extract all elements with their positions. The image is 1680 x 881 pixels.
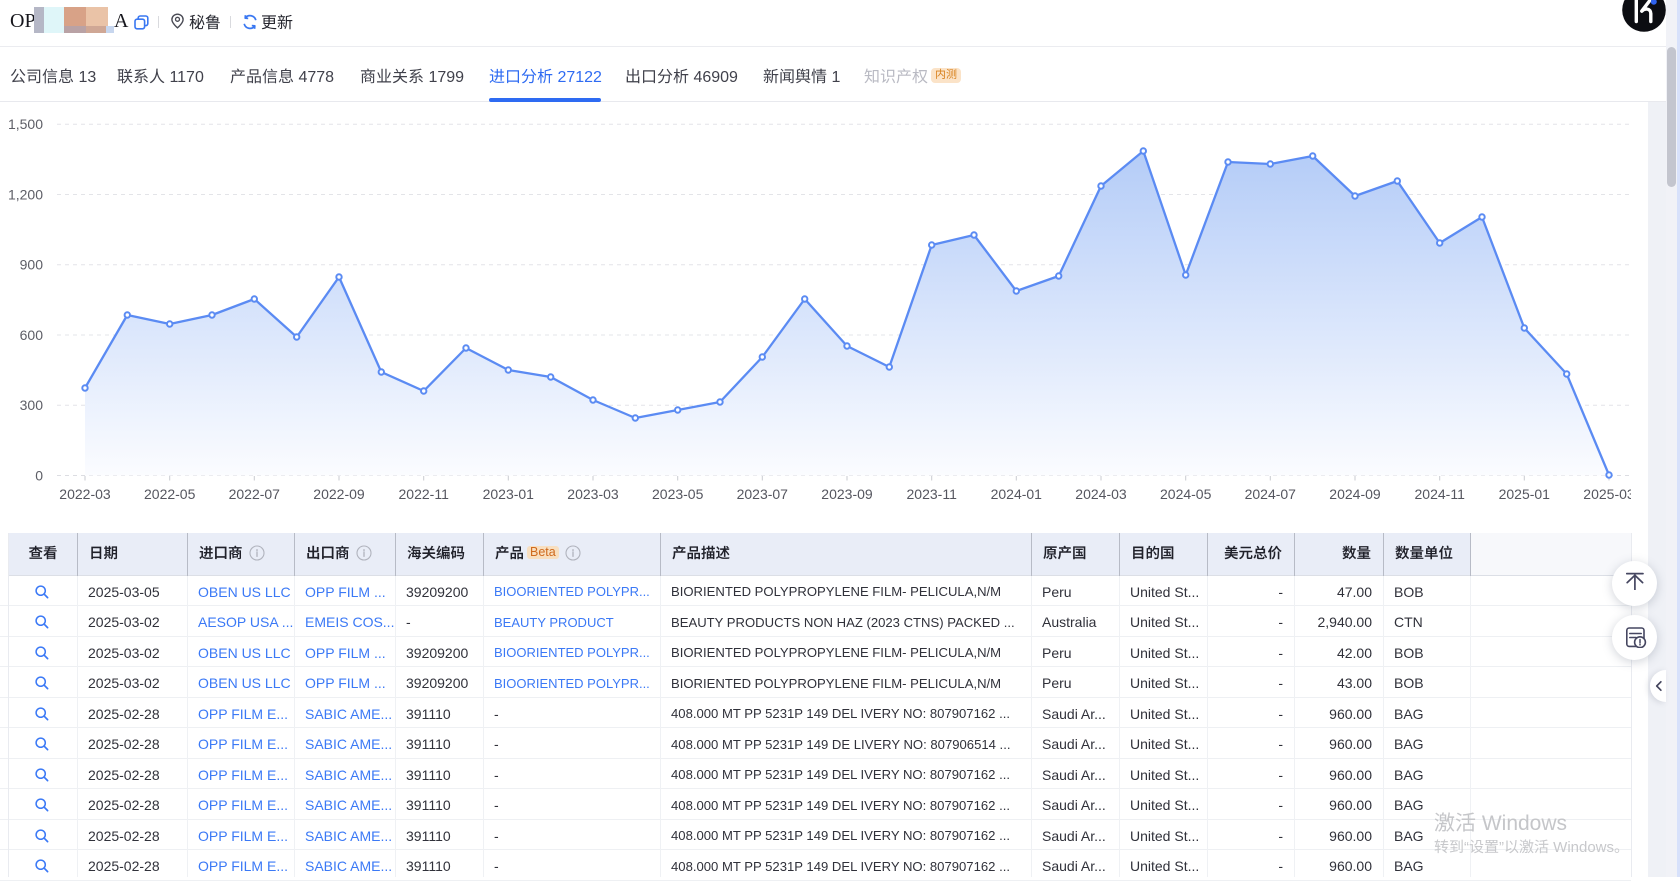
svg-text:2024-01: 2024-01 <box>991 486 1043 502</box>
svg-text:2023-11: 2023-11 <box>907 486 958 502</box>
svg-text:2022-09: 2022-09 <box>313 486 365 502</box>
svg-text:1,200: 1,200 <box>8 186 43 202</box>
svg-text:2024-11: 2024-11 <box>1415 486 1466 502</box>
svg-text:2024-05: 2024-05 <box>1160 486 1212 502</box>
svg-text:2024-09: 2024-09 <box>1329 486 1381 502</box>
svg-text:1,500: 1,500 <box>8 116 43 132</box>
svg-text:300: 300 <box>20 397 44 413</box>
svg-text:2023-01: 2023-01 <box>483 486 535 502</box>
svg-text:2023-05: 2023-05 <box>652 486 704 502</box>
svg-text:2023-07: 2023-07 <box>737 486 789 502</box>
svg-text:600: 600 <box>20 327 44 343</box>
svg-text:2023-03: 2023-03 <box>567 486 619 502</box>
svg-text:2022-03: 2022-03 <box>59 486 111 502</box>
svg-text:2023-09: 2023-09 <box>821 486 873 502</box>
svg-text:0: 0 <box>35 467 43 483</box>
svg-text:2022-05: 2022-05 <box>144 486 196 502</box>
svg-text:2024-07: 2024-07 <box>1245 486 1297 502</box>
svg-text:900: 900 <box>20 257 44 273</box>
svg-text:2025-01: 2025-01 <box>1499 486 1551 502</box>
svg-text:2022-11: 2022-11 <box>399 486 450 502</box>
svg-text:2024-03: 2024-03 <box>1075 486 1127 502</box>
svg-text:2022-07: 2022-07 <box>229 486 281 502</box>
svg-text:2025-03: 2025-03 <box>1583 486 1635 502</box>
